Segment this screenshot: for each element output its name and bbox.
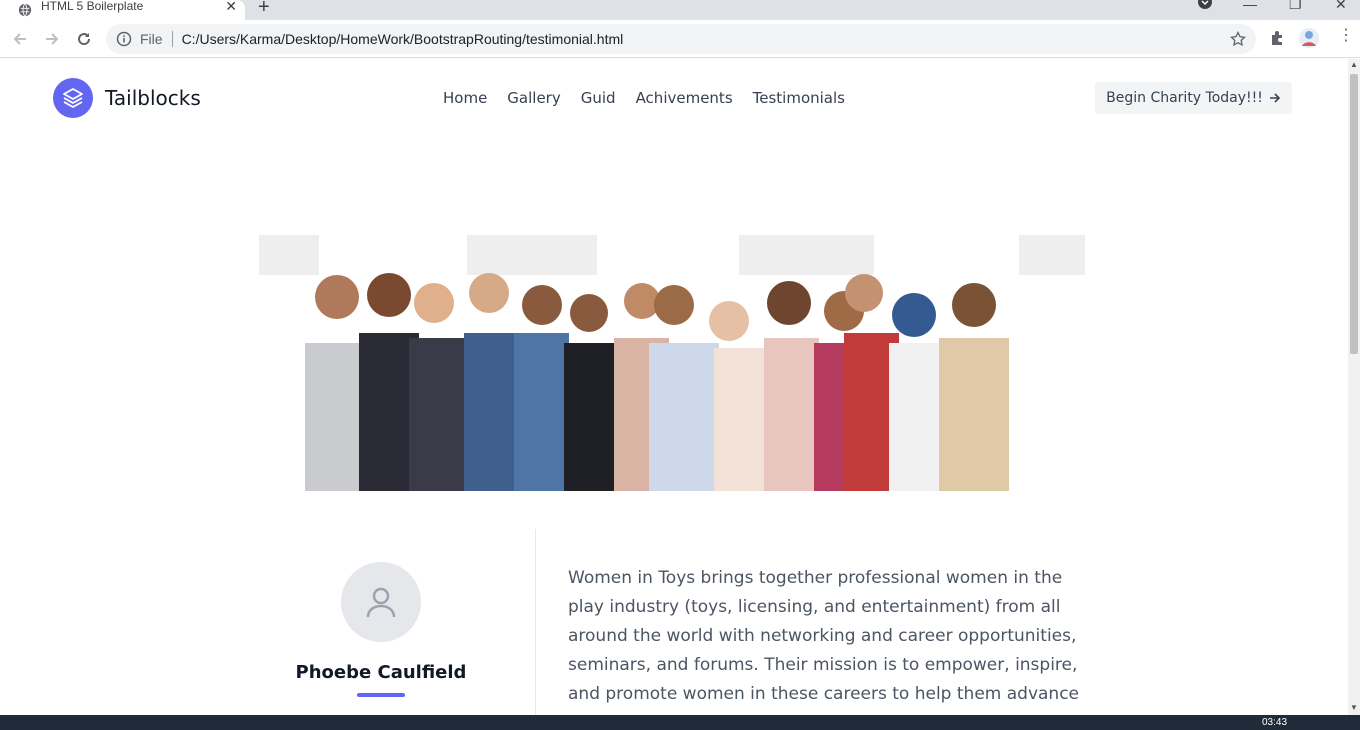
close-window-icon[interactable]: ✕ (1335, 0, 1347, 13)
address-scheme: File (140, 31, 163, 47)
browser-tab[interactable]: HTML 5 Boilerplate ✕ (0, 0, 245, 20)
address-bar[interactable]: File C:/Users/Karma/Desktop/HomeWork/Boo… (106, 24, 1256, 54)
taskbar-clock: 03:43 (1262, 717, 1288, 728)
nav-link-home[interactable]: Home (443, 89, 487, 107)
back-icon[interactable] (9, 28, 31, 50)
arrow-right-icon (1269, 93, 1281, 103)
address-url[interactable]: C:/Users/Karma/Desktop/HomeWork/Bootstra… (182, 31, 1230, 47)
brand-name: Tailblocks (105, 86, 201, 110)
site-logo[interactable]: Tailblocks (53, 78, 201, 118)
vertical-divider (535, 529, 536, 715)
nav-link-testimonials[interactable]: Testimonials (753, 89, 845, 107)
nav-link-guid[interactable]: Guid (581, 89, 616, 107)
browser-menu-icon[interactable]: ⋮ (1338, 28, 1354, 44)
globe-icon (18, 3, 32, 17)
avatar (341, 562, 421, 642)
minimize-icon[interactable]: — (1243, 0, 1257, 12)
site-header: Tailblocks Home Gallery Guid Achivements… (0, 59, 1348, 139)
begin-charity-button[interactable]: Begin Charity Today!!! (1095, 82, 1292, 114)
browser-toolbar: File C:/Users/Karma/Desktop/HomeWork/Boo… (0, 20, 1360, 58)
group-photo (259, 233, 1085, 491)
web-page: Tailblocks Home Gallery Guid Achivements… (0, 59, 1348, 715)
profile-avatar-icon[interactable] (1298, 27, 1320, 49)
name-underline (357, 693, 405, 697)
scroll-down-icon[interactable]: ▼ (1350, 703, 1358, 712)
testimonial-text: Women in Toys brings together profession… (568, 568, 1080, 715)
bookmark-star-icon[interactable] (1230, 31, 1246, 47)
layers-icon (53, 78, 93, 118)
scroll-up-icon[interactable]: ▲ (1350, 60, 1358, 69)
profile-menu-icon[interactable] (1197, 0, 1213, 10)
reload-icon[interactable] (73, 28, 95, 50)
os-taskbar: 03:43 (0, 715, 1360, 730)
begin-charity-label: Begin Charity Today!!! (1106, 90, 1263, 106)
page-scrollbar[interactable]: ▲ ▼ (1348, 59, 1360, 715)
scrollbar-thumb[interactable] (1350, 74, 1358, 354)
person-name: Phoebe Caulfield (295, 662, 467, 683)
nav-link-achivements[interactable]: Achivements (636, 89, 733, 107)
maximize-icon[interactable]: ❐ (1289, 0, 1302, 13)
nav-link-gallery[interactable]: Gallery (507, 89, 560, 107)
people-illustration (259, 233, 1085, 491)
extensions-icon[interactable] (1269, 29, 1287, 47)
user-icon (366, 587, 396, 618)
browser-tabstrip: HTML 5 Boilerplate ✕ + — ❐ ✕ (0, 0, 1360, 20)
tab-title: HTML 5 Boilerplate (41, 0, 144, 13)
new-tab-icon[interactable]: + (258, 0, 270, 19)
close-tab-icon[interactable]: ✕ (225, 0, 237, 15)
info-icon[interactable] (116, 31, 132, 47)
main-nav: Home Gallery Guid Achivements Testimonia… (443, 89, 845, 107)
forward-icon[interactable] (41, 28, 63, 50)
address-separator (171, 31, 173, 47)
